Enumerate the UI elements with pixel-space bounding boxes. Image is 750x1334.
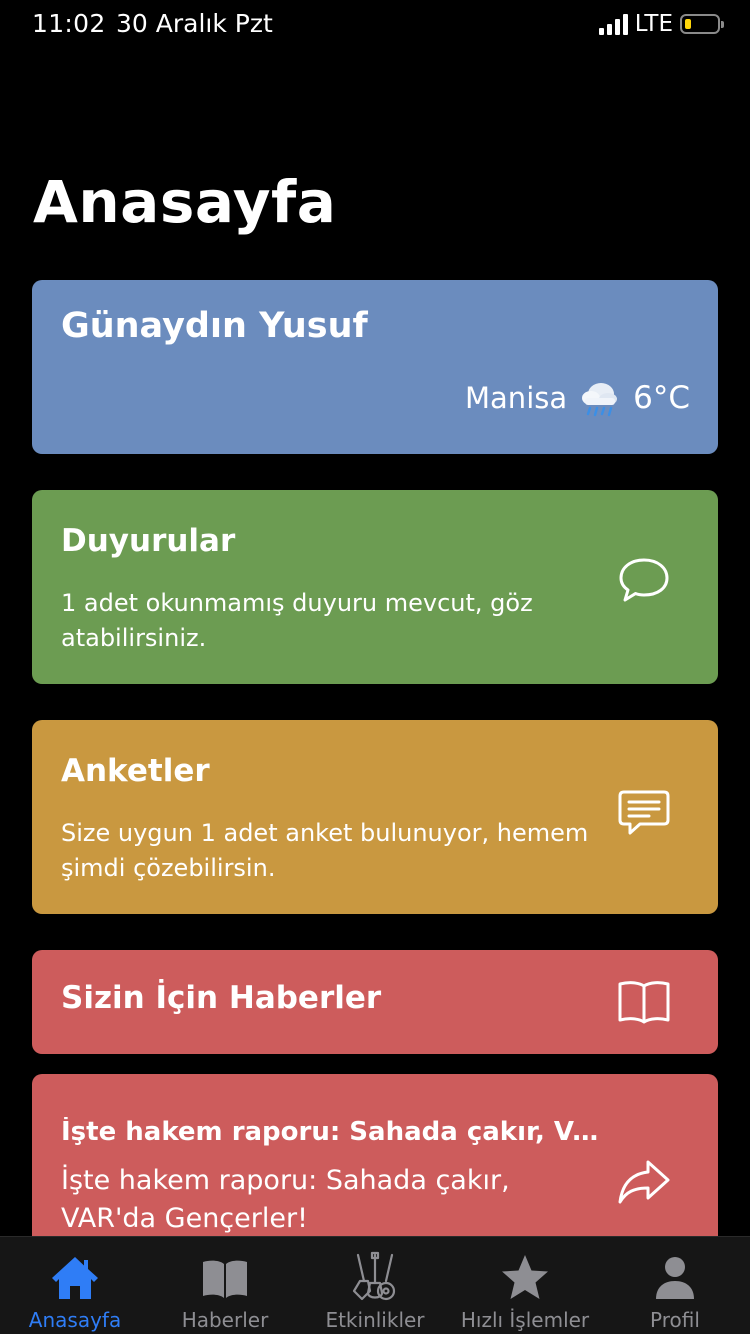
status-indicators: LTE xyxy=(598,10,724,38)
status-bar: 11:02 30 Aralık Pzt LTE xyxy=(0,0,750,48)
weather-info: Manisa 6°C xyxy=(465,378,690,418)
rain-cloud-icon xyxy=(582,383,618,417)
announcements-description: 1 adet okunmamış duyuru mevcut, göz atab… xyxy=(61,589,533,652)
star-icon xyxy=(502,1255,548,1299)
open-book-icon xyxy=(618,981,670,1024)
tab-anasayfa[interactable]: Anasayfa xyxy=(0,1237,150,1334)
book-icon xyxy=(203,1260,247,1298)
tab-label: Hızlı İşlemler xyxy=(460,1308,590,1332)
battery-level xyxy=(685,19,691,29)
tab-label: Anasayfa xyxy=(28,1308,122,1332)
home-icon xyxy=(52,1257,98,1299)
tab-etkinlikler[interactable]: Etkinlikler xyxy=(300,1237,450,1334)
weather-temperature: 6°C xyxy=(633,380,690,416)
greeting-text: Günaydın Yusuf xyxy=(61,306,368,346)
tab-label: Haberler xyxy=(181,1308,269,1332)
weather-city: Manisa xyxy=(465,381,568,415)
carrier-label: LTE xyxy=(634,11,673,37)
news-card[interactable]: Sizin İçin Haberler xyxy=(32,950,718,1054)
chat-bubble-icon xyxy=(619,558,669,602)
tab-label: Profil xyxy=(650,1308,700,1332)
tab-haberler[interactable]: Haberler xyxy=(150,1237,300,1334)
status-time: 11:02 xyxy=(32,9,106,38)
article-description: İşte hakem raporu: Sahada çakır, VAR'da … xyxy=(61,1165,510,1234)
message-lines-icon xyxy=(618,790,670,835)
article-title: İşte hakem raporu: Sahada çakır, VAR... xyxy=(61,1117,601,1147)
announcements-title: Duyurular xyxy=(61,523,236,559)
status-date: 30 Aralık Pzt xyxy=(116,9,273,38)
person-icon xyxy=(656,1257,694,1299)
announcements-card[interactable]: Duyurular 1 adet okunmamış duyuru mevcut… xyxy=(32,490,718,684)
greeting-card: Günaydın Yusuf Manisa 6°C xyxy=(32,280,718,454)
guitars-icon xyxy=(352,1251,396,1301)
tab-bar: Anasayfa Haberler Etkinlikler Hızlı İşle… xyxy=(0,1236,750,1334)
tab-hizli-islemler[interactable]: Hızlı İşlemler xyxy=(450,1237,600,1334)
signal-strength-icon xyxy=(598,13,628,35)
news-title: Sizin İçin Haberler xyxy=(61,980,382,1016)
battery-icon xyxy=(680,14,724,34)
surveys-description: Size uygun 1 adet anket bulunuyor, hemem… xyxy=(61,819,589,882)
share-arrow-icon[interactable] xyxy=(614,1152,674,1212)
tab-label: Etkinlikler xyxy=(325,1308,425,1332)
surveys-card[interactable]: Anketler Size uygun 1 adet anket bulunuy… xyxy=(32,720,718,914)
surveys-title: Anketler xyxy=(61,753,210,789)
page-title: Anasayfa xyxy=(33,168,337,236)
tab-profil[interactable]: Profil xyxy=(600,1237,750,1334)
